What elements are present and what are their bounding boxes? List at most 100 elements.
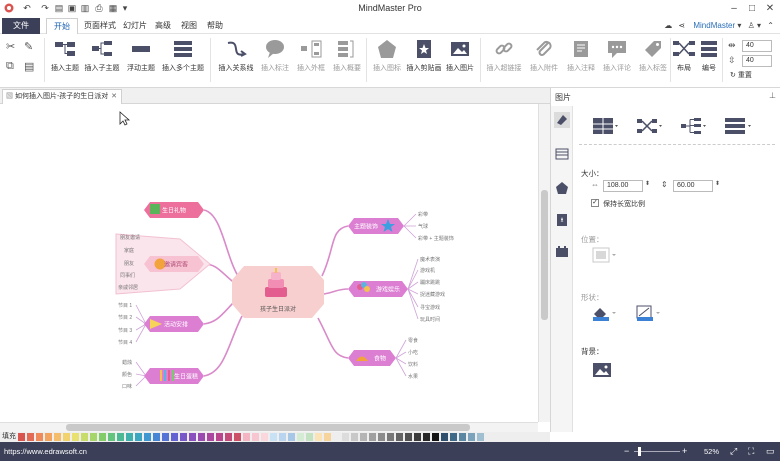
panel-icon-library-icon[interactable] [554, 180, 570, 196]
color-swatch[interactable] [288, 433, 295, 441]
insert-relationship-button[interactable]: 插入关系线 [216, 38, 256, 84]
color-swatch[interactable] [324, 433, 331, 441]
maximize-button[interactable]: □ [744, 2, 760, 15]
color-swatch[interactable] [27, 433, 34, 441]
color-swatch[interactable] [171, 433, 178, 441]
color-swatch[interactable] [18, 433, 25, 441]
leaf[interactable]: 家庭 [124, 247, 134, 254]
insert-image-button[interactable]: 插入图片 [444, 38, 476, 84]
color-swatch[interactable] [450, 433, 457, 441]
branch-guests[interactable]: 邀请宾客 [144, 256, 204, 272]
branch-cake[interactable]: 生日蛋糕 [144, 368, 204, 384]
panel-clipart-icon[interactable] [554, 212, 570, 228]
numbering-button[interactable]: 编号 [698, 38, 720, 84]
format-painter-icon[interactable]: ✎ [24, 40, 38, 54]
insert-multiple-topics-button[interactable]: 插入多个主题 [160, 38, 206, 84]
leaf[interactable]: 彩带 [418, 211, 428, 218]
color-swatch[interactable] [405, 433, 412, 441]
leaf[interactable]: 颜色 [122, 371, 132, 378]
tab-page-style[interactable]: 页面样式 [80, 18, 120, 34]
minimize-button[interactable]: – [726, 2, 742, 15]
insert-comment-button[interactable]: 插入评论 [600, 38, 634, 84]
color-swatch[interactable] [360, 433, 367, 441]
share-icon[interactable]: ⋖ [678, 21, 685, 30]
shape-line-dropdown[interactable] [635, 304, 661, 322]
shape-fill-dropdown[interactable] [591, 304, 617, 322]
zoom-slider-handle[interactable] [638, 447, 641, 456]
leaf[interactable]: 饮料 [408, 361, 418, 368]
vertical-scrollbar[interactable] [538, 104, 550, 422]
leaf[interactable]: 节目 4 [118, 340, 132, 346]
fullscreen-icon[interactable]: ⛶ [748, 446, 754, 457]
floating-topic-button[interactable]: 浮动主题 [124, 38, 158, 84]
panel-layout-list-icon[interactable] [723, 116, 753, 136]
color-swatch[interactable] [63, 433, 70, 441]
leaf[interactable]: 节目 2 [118, 315, 132, 321]
color-swatch[interactable] [153, 433, 160, 441]
width-spinner-icon[interactable]: ⬍ [645, 180, 650, 187]
color-swatch[interactable] [441, 433, 448, 441]
color-swatch[interactable] [108, 433, 115, 441]
copy-icon[interactable]: ⧉ [6, 60, 20, 74]
panel-pin-icon[interactable]: ⊥ [769, 91, 776, 100]
color-swatch[interactable] [135, 433, 142, 441]
insert-boundary-button[interactable]: 插入外框 [294, 38, 328, 84]
leaf[interactable]: 寻宝游戏 [420, 304, 440, 311]
leaf[interactable]: 气球 [418, 223, 428, 230]
leaf[interactable]: 魔术表演 [420, 256, 440, 263]
color-swatch[interactable] [198, 433, 205, 441]
leaf[interactable]: 朋友 [124, 260, 134, 267]
leaf[interactable]: 零食 [408, 337, 418, 344]
position-dropdown[interactable] [591, 246, 616, 264]
color-swatch[interactable] [180, 433, 187, 441]
leaf[interactable]: 节目 3 [118, 328, 132, 334]
insert-callout-button[interactable]: 插入标注 [258, 38, 292, 84]
panel-layout-tree-icon[interactable] [635, 116, 663, 136]
leaf[interactable]: 蜡烛 [122, 359, 132, 366]
color-swatch[interactable] [432, 433, 439, 441]
leaf[interactable]: 亲戚邻居 [118, 284, 138, 291]
color-swatch[interactable] [189, 433, 196, 441]
color-swatch[interactable] [297, 433, 304, 441]
fit-page-icon[interactable]: ⤢ [730, 446, 737, 457]
leaf[interactable]: 彩带 + 主题装饰 [418, 235, 454, 242]
insert-clipart-button[interactable]: 插入剪贴画 [406, 38, 442, 84]
color-swatch[interactable] [459, 433, 466, 441]
quick-access-dropdown-icon[interactable]: ▾ [120, 3, 130, 14]
leaf[interactable]: 口味 [122, 383, 132, 390]
leaf[interactable]: 小吃 [408, 349, 418, 356]
tab-view[interactable]: 视图 [178, 18, 200, 34]
color-swatch[interactable] [270, 433, 277, 441]
color-swatch[interactable] [45, 433, 52, 441]
skin-dropdown-icon[interactable]: ▾ [757, 21, 761, 30]
print-icon[interactable]: ⎙ [94, 3, 104, 14]
color-swatch[interactable] [54, 433, 61, 441]
account-dropdown-icon[interactable]: ▾ [737, 21, 741, 30]
panel-task-icon[interactable] [554, 244, 570, 260]
horizontal-scroll-thumb[interactable] [66, 424, 470, 431]
leaf[interactable]: 捉迷藏游戏 [420, 291, 445, 298]
central-topic[interactable]: 孩子生日派对 [232, 266, 324, 318]
keep-ratio-checkbox[interactable]: ✓ [591, 199, 599, 207]
color-swatch[interactable] [261, 433, 268, 441]
tab-advanced[interactable]: 高级 [152, 18, 174, 34]
leaf[interactable]: 水果 [408, 373, 418, 380]
branch-food[interactable]: 食物 [348, 350, 396, 366]
save-icon[interactable]: ▣ [67, 3, 77, 14]
color-swatch[interactable] [207, 433, 214, 441]
color-swatch[interactable] [36, 433, 43, 441]
leaf[interactable]: 同事们 [120, 272, 135, 279]
insert-icon-button[interactable]: 插入图标 [370, 38, 404, 84]
skin-icon[interactable]: ♙ [748, 21, 755, 30]
leaf[interactable]: 玩具时间 [420, 316, 440, 323]
panel-outline-icon[interactable] [554, 146, 570, 162]
open-icon[interactable]: ▤ [54, 3, 64, 14]
tab-help[interactable]: 帮助 [204, 18, 226, 34]
cut-icon[interactable]: ✂ [6, 40, 20, 54]
tab-start[interactable]: 开始 [46, 18, 78, 34]
insert-topic-button[interactable]: 插入主题 [48, 38, 82, 84]
color-swatch[interactable] [477, 433, 484, 441]
mindmap-canvas[interactable]: 孩子生日派对 生日礼物 邀请宾客 活动安排 生日蛋糕 主题装饰 游戏娱乐 食物 … [0, 104, 538, 422]
insert-note-button[interactable]: 插入注释 [564, 38, 598, 84]
color-swatch[interactable] [144, 433, 151, 441]
